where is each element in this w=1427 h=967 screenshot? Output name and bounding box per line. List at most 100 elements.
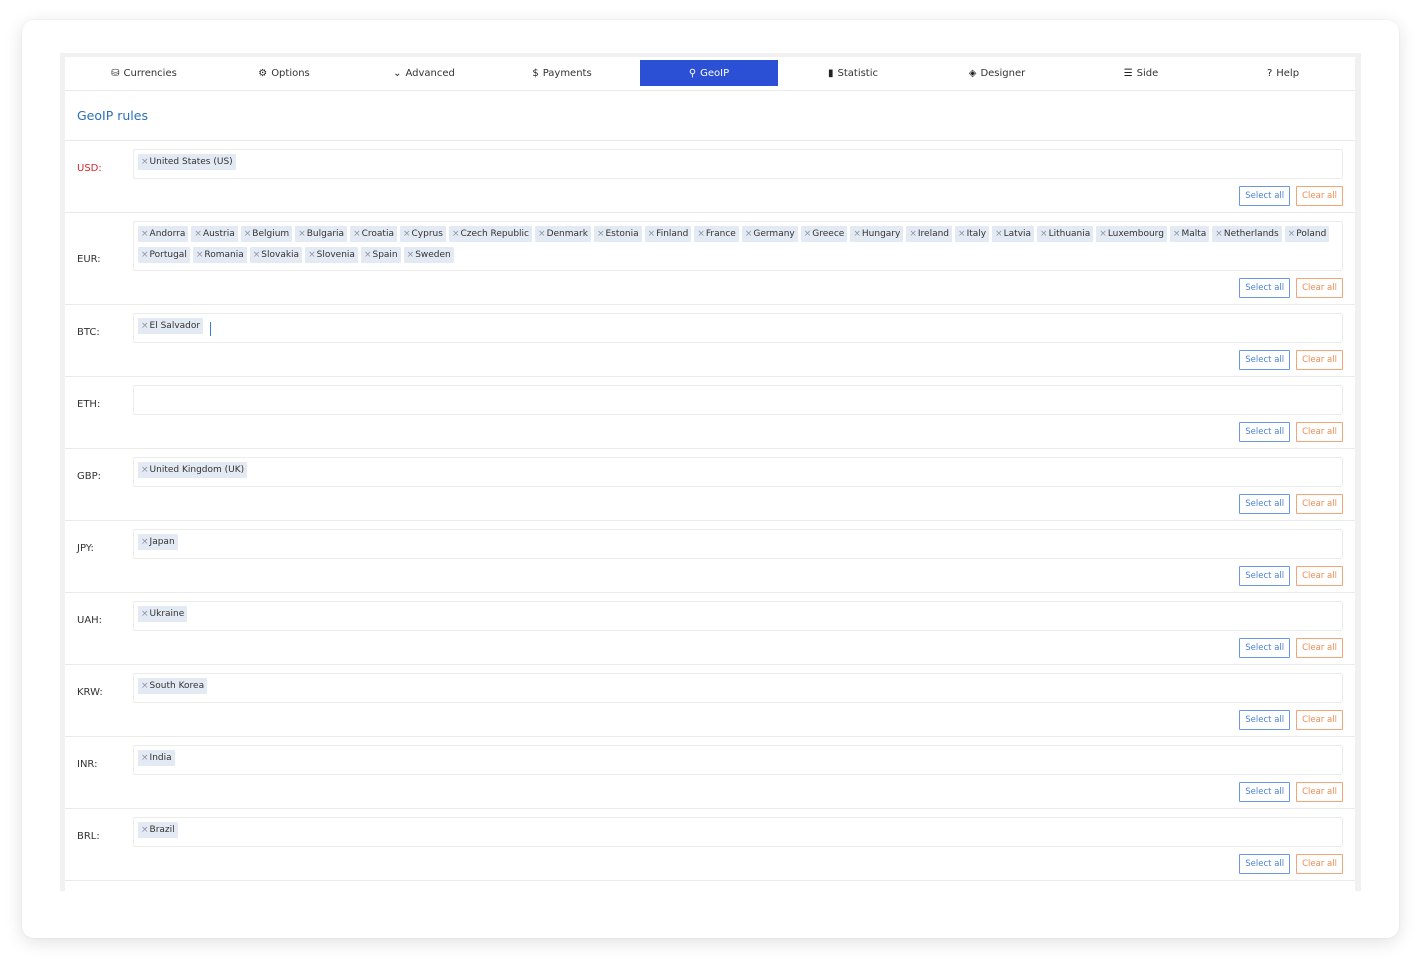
remove-tag-icon[interactable]: × — [253, 250, 261, 260]
tab-help[interactable]: ? Help — [1211, 60, 1355, 86]
select-all-button[interactable]: Select all — [1239, 710, 1291, 730]
remove-tag-icon[interactable]: × — [141, 157, 149, 167]
clear-all-button[interactable]: Clear all — [1296, 710, 1343, 730]
country-tag-input[interactable] — [133, 385, 1343, 415]
tab-label: Designer — [980, 67, 1026, 79]
remove-tag-icon[interactable]: × — [141, 537, 149, 547]
remove-tag-icon[interactable]: × — [141, 609, 149, 619]
remove-tag-icon[interactable]: × — [141, 753, 149, 763]
country-tag-input[interactable]: × United Kingdom (UK) — [133, 457, 1343, 487]
country-tag: × Sweden — [403, 247, 454, 263]
clear-all-button[interactable]: Clear all — [1296, 186, 1343, 206]
remove-tag-icon[interactable]: × — [364, 250, 372, 260]
select-all-button[interactable]: Select all — [1239, 278, 1291, 298]
country-name: Germany — [753, 229, 795, 239]
currency-label: BRL: — [77, 831, 100, 842]
remove-tag-icon[interactable]: × — [538, 229, 546, 239]
rule-row-eur: EUR: × Andorra × Austria × Belgium × Bulgaria × Cr… — [65, 213, 1355, 305]
select-all-button[interactable]: Select all — [1239, 186, 1291, 206]
tab-options[interactable]: ⚙ Options — [235, 60, 333, 86]
country-tag-input[interactable]: × United States (US) — [133, 149, 1343, 179]
clear-all-button[interactable]: Clear all — [1296, 494, 1343, 514]
rule-actions: Select all Clear all — [1239, 566, 1343, 586]
currency-label: GBP: — [77, 471, 102, 482]
tab-label: Payments — [542, 67, 592, 79]
tab-payments[interactable]: $ Payments — [508, 60, 616, 86]
country-name: Brazil — [149, 825, 175, 835]
tab-advanced[interactable]: ⌄ Advanced — [371, 60, 477, 86]
dollar-icon: $ — [532, 67, 539, 79]
tab-statistic[interactable]: ▮ Statistic — [781, 60, 925, 86]
clear-all-button[interactable]: Clear all — [1296, 782, 1343, 802]
remove-tag-icon[interactable]: × — [244, 229, 252, 239]
clear-all-button[interactable]: Clear all — [1296, 566, 1343, 586]
tab-currencies[interactable]: ⛁ Currencies — [95, 60, 193, 86]
tab-side[interactable]: ☰ Side — [1069, 60, 1213, 86]
country-name: Malta — [1181, 229, 1207, 239]
remove-tag-icon[interactable]: × — [308, 250, 316, 260]
country-tag-input[interactable]: × Japan — [133, 529, 1343, 559]
tab-geoip[interactable]: ⚲ GeoIP — [640, 60, 778, 86]
country-tag: × Latvia — [992, 226, 1035, 242]
select-all-button[interactable]: Select all — [1239, 494, 1291, 514]
select-all-button[interactable]: Select all — [1239, 638, 1291, 658]
clear-all-button[interactable]: Clear all — [1296, 638, 1343, 658]
settings-inner: ⛁ Currencies ⚙ Options ⌄ Advanced $ Payments ⚲ Ge… — [65, 57, 1355, 891]
remove-tag-icon[interactable]: × — [745, 229, 753, 239]
select-all-button[interactable]: Select all — [1239, 350, 1291, 370]
remove-tag-icon[interactable]: × — [697, 229, 705, 239]
remove-tag-icon[interactable]: × — [298, 229, 306, 239]
remove-tag-icon[interactable]: × — [909, 229, 917, 239]
clear-all-button[interactable]: Clear all — [1296, 422, 1343, 442]
country-tag-input[interactable]: × Andorra × Austria × Belgium × Bulgaria × Croati… — [133, 221, 1343, 271]
country-tag: × Slovenia — [305, 247, 358, 263]
select-all-button[interactable]: Select all — [1239, 422, 1291, 442]
clear-all-button[interactable]: Clear all — [1296, 350, 1343, 370]
remove-tag-icon[interactable]: × — [141, 321, 149, 331]
remove-tag-icon[interactable]: × — [1215, 229, 1223, 239]
remove-tag-icon[interactable]: × — [141, 250, 149, 260]
clear-all-button[interactable]: Clear all — [1296, 278, 1343, 298]
section-header: GeoIP rules — [65, 91, 1355, 141]
select-all-button[interactable]: Select all — [1239, 854, 1291, 874]
remove-tag-icon[interactable]: × — [958, 229, 966, 239]
country-tag: × United Kingdom (UK) — [138, 462, 248, 478]
tab-designer[interactable]: ◈ Designer — [925, 60, 1069, 86]
remove-tag-icon[interactable]: × — [141, 825, 149, 835]
select-all-button[interactable]: Select all — [1239, 566, 1291, 586]
country-tag: × El Salvador — [138, 318, 204, 334]
remove-tag-icon[interactable]: × — [853, 229, 861, 239]
remove-tag-icon[interactable]: × — [403, 229, 411, 239]
remove-tag-icon[interactable]: × — [597, 229, 605, 239]
country-tag-input[interactable]: × South Korea — [133, 673, 1343, 703]
country-tag-input[interactable]: × Brazil — [133, 817, 1343, 847]
clear-all-button[interactable]: Clear all — [1296, 854, 1343, 874]
remove-tag-icon[interactable]: × — [141, 681, 149, 691]
remove-tag-icon[interactable]: × — [141, 229, 149, 239]
remove-tag-icon[interactable]: × — [196, 250, 204, 260]
remove-tag-icon[interactable]: × — [1040, 229, 1048, 239]
remove-tag-icon[interactable]: × — [1288, 229, 1296, 239]
remove-tag-icon[interactable]: × — [648, 229, 656, 239]
country-name: Spain — [372, 250, 398, 260]
country-tag-input[interactable]: × India — [133, 745, 1343, 775]
country-tag: × Japan — [138, 534, 178, 550]
remove-tag-icon[interactable]: × — [804, 229, 812, 239]
country-tag-input[interactable]: × El Salvador — [133, 313, 1343, 343]
remove-tag-icon[interactable]: × — [407, 250, 415, 260]
rule-actions: Select all Clear all — [1239, 494, 1343, 514]
section-title: GeoIP rules — [77, 108, 148, 123]
remove-tag-icon[interactable]: × — [995, 229, 1003, 239]
remove-tag-icon[interactable]: × — [194, 229, 202, 239]
country-name: France — [705, 229, 736, 239]
currency-label: INR: — [77, 759, 98, 770]
country-tag: × Austria — [191, 226, 238, 242]
remove-tag-icon[interactable]: × — [452, 229, 460, 239]
question-circle-icon: ? — [1266, 67, 1273, 79]
country-tag-input[interactable]: × Ukraine — [133, 601, 1343, 631]
select-all-button[interactable]: Select all — [1239, 782, 1291, 802]
remove-tag-icon[interactable]: × — [141, 465, 149, 475]
remove-tag-icon[interactable]: × — [1099, 229, 1107, 239]
remove-tag-icon[interactable]: × — [353, 229, 361, 239]
remove-tag-icon[interactable]: × — [1173, 229, 1181, 239]
